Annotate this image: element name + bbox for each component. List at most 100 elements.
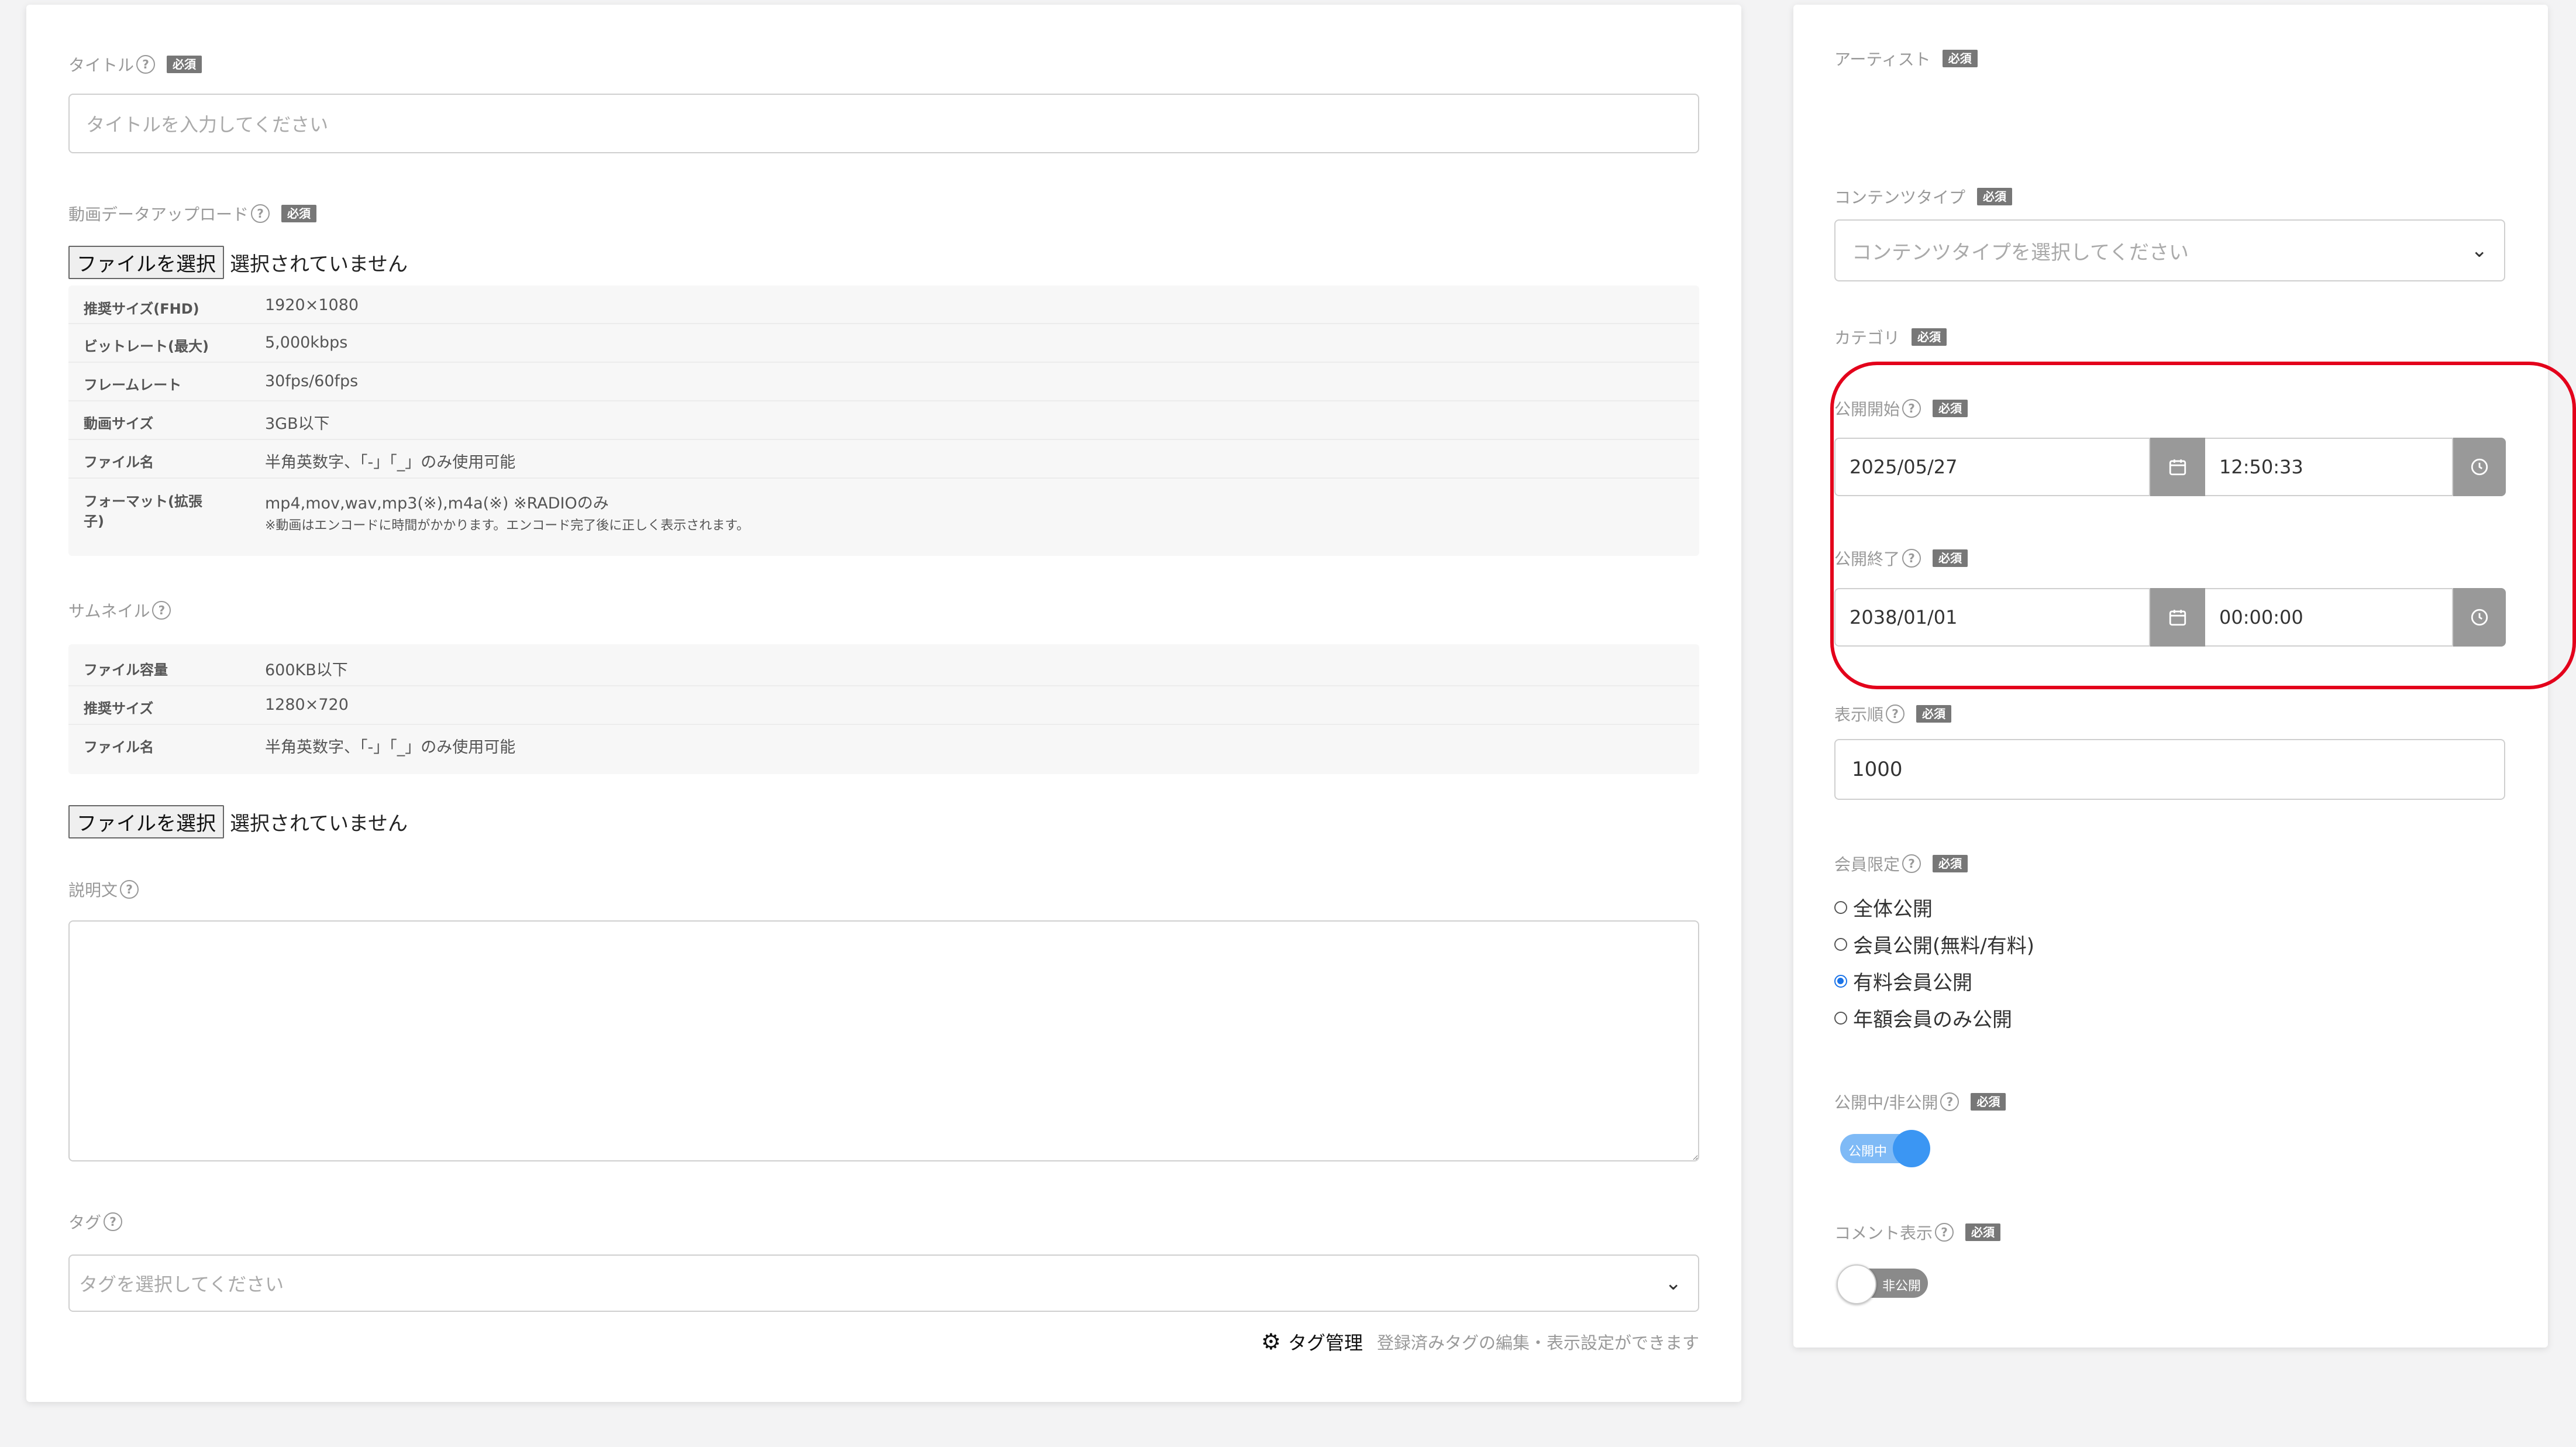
help-icon[interactable]: ? xyxy=(1886,704,1905,723)
thumbnail-file-status: 選択されていません xyxy=(230,812,408,836)
spec-row: 動画サイズ 3GB以下 xyxy=(68,400,1699,440)
visibility-toggle[interactable]: 公開中 xyxy=(1840,1130,1930,1167)
thumbnail-file-choose-button[interactable]: ファイルを選択 xyxy=(68,805,224,838)
help-icon[interactable]: ? xyxy=(1940,1092,1959,1111)
required-badge: 必須 xyxy=(1916,705,1952,723)
spec-key: フォーマット(拡張子) xyxy=(84,493,202,530)
radio-button[interactable] xyxy=(1834,1011,1847,1025)
artist-label: アーティスト xyxy=(1834,50,1931,69)
video-upload-label-group: 動画データアップロード ? 必須 xyxy=(68,202,317,225)
comments-toggle-text: 非公開 xyxy=(1882,1279,1921,1294)
membership-option-annual[interactable]: 年額会員のみ公開 xyxy=(1834,1003,2012,1032)
video-spec-table: 推奨サイズ(FHD) 1920×1080 ビットレート(最大) 5,000kbp… xyxy=(68,286,1699,556)
help-icon[interactable]: ? xyxy=(1902,549,1921,568)
description-label: 説明文 xyxy=(68,881,118,900)
tag-manage-link[interactable]: タグ管理 xyxy=(1288,1328,1363,1355)
required-badge: 必須 xyxy=(1912,328,1947,346)
display-order-input[interactable]: 1000 xyxy=(1834,739,2505,800)
spec-key: ファイル容量 xyxy=(84,662,168,678)
publish-end-date-value: 2038/01/01 xyxy=(1850,606,1958,628)
gear-icon[interactable]: ⚙ xyxy=(1261,1329,1281,1355)
comments-label: コメント表示 xyxy=(1834,1223,1933,1243)
required-badge: 必須 xyxy=(1971,1093,2006,1111)
publish-end-time-input[interactable]: 00:00:00 xyxy=(2205,588,2453,647)
spec-value: 600KB以下 xyxy=(265,661,348,679)
spec-key: ビットレート(最大) xyxy=(84,338,209,355)
membership-option-members[interactable]: 会員公開(無料/有料) xyxy=(1834,930,2034,958)
chevron-down-icon: ⌄ xyxy=(1665,1271,1682,1295)
clock-icon[interactable] xyxy=(2453,438,2506,496)
description-textarea[interactable] xyxy=(68,920,1699,1161)
required-badge: 必須 xyxy=(1965,1223,2001,1241)
content-type-select[interactable]: コンテンツタイプを選択してください ⌄ xyxy=(1834,219,2505,281)
toggle-knob xyxy=(1837,1264,1876,1304)
category-label: カテゴリ xyxy=(1834,328,1900,348)
publish-start-time-value: 12:50:33 xyxy=(2219,456,2303,478)
membership-label: 会員限定 xyxy=(1834,855,1900,874)
tag-label: タグ xyxy=(68,1213,102,1232)
help-icon[interactable]: ? xyxy=(1935,1223,1954,1242)
membership-option-paid[interactable]: 有料会員公開 xyxy=(1834,967,1972,995)
spec-key: 動画サイズ xyxy=(84,415,154,432)
tag-manage-row: ⚙ タグ管理 登録済みタグの編集・表示設定ができます xyxy=(1261,1328,1699,1355)
help-icon[interactable]: ? xyxy=(120,880,139,899)
video-file-choose-button[interactable]: ファイルを選択 xyxy=(68,246,224,279)
spec-value: 1280×720 xyxy=(265,696,349,714)
help-icon[interactable]: ? xyxy=(152,601,171,620)
help-icon[interactable]: ? xyxy=(136,55,156,74)
clock-icon[interactable] xyxy=(2453,588,2506,647)
tag-select[interactable]: タグを選択してください ⌄ xyxy=(68,1254,1699,1312)
content-type-label-group: コンテンツタイプ 必須 xyxy=(1834,185,2013,208)
publish-start-label: 公開開始 xyxy=(1834,400,1900,419)
visibility-label-group: 公開中/非公開 ? 必須 xyxy=(1834,1090,2006,1113)
required-badge: 必須 xyxy=(1933,855,1968,872)
thumbnail-file-picker: ファイルを選択 選択されていません xyxy=(68,805,408,838)
help-icon[interactable]: ? xyxy=(251,204,270,223)
publish-start-time-input[interactable]: 12:50:33 xyxy=(2205,438,2453,496)
toggle-knob xyxy=(1893,1130,1930,1167)
comments-toggle[interactable]: 非公開 xyxy=(1837,1264,1928,1304)
radio-button[interactable] xyxy=(1834,900,1847,914)
artist-label-group: アーティスト 必須 xyxy=(1834,47,1978,70)
required-badge: 必須 xyxy=(1933,400,1968,417)
calendar-icon[interactable] xyxy=(2150,588,2205,647)
publish-end-date-input[interactable]: 2038/01/01 xyxy=(1834,588,2150,647)
spec-key: フレームレート xyxy=(84,377,182,393)
membership-option-public[interactable]: 全体公開 xyxy=(1834,893,1933,922)
display-order-value: 1000 xyxy=(1852,758,1903,781)
spec-value: 半角英数字、「-」「_」のみ使用可能 xyxy=(265,453,516,472)
display-order-label-group: 表示順 ? 必須 xyxy=(1834,702,1952,726)
required-badge: 必須 xyxy=(1942,50,1978,67)
spec-value: 3GB以下 xyxy=(265,415,330,433)
required-badge: 必須 xyxy=(1933,549,1968,567)
publish-end-label: 公開終了 xyxy=(1834,549,1900,569)
spec-row: 推奨サイズ(FHD) 1920×1080 xyxy=(68,286,1699,324)
radio-label: 年額会員のみ公開 xyxy=(1853,1008,2012,1032)
radio-label: 有料会員公開 xyxy=(1853,971,1972,995)
publish-start-datetime: 2025/05/27 12:50:33 xyxy=(1834,438,2506,496)
help-icon[interactable]: ? xyxy=(1902,854,1921,873)
calendar-icon[interactable] xyxy=(2150,438,2205,496)
video-file-status: 選択されていません xyxy=(230,253,408,276)
spec-note: ※動画はエンコードに時間がかかります。エンコード完了後に正しく表示されます。 xyxy=(265,518,750,533)
video-upload-label: 動画データアップロード xyxy=(68,205,249,224)
help-icon[interactable]: ? xyxy=(1902,399,1921,418)
title-label-group: タイトル ? 必須 xyxy=(68,53,202,76)
required-badge: 必須 xyxy=(167,56,202,73)
publish-start-date-input[interactable]: 2025/05/27 xyxy=(1834,438,2150,496)
video-file-picker: ファイルを選択 選択されていません xyxy=(68,246,408,279)
spec-row: ビットレート(最大) 5,000kbps xyxy=(68,323,1699,363)
description-label-group: 説明文 ? xyxy=(68,878,139,901)
help-icon[interactable]: ? xyxy=(104,1212,123,1231)
publish-end-time-value: 00:00:00 xyxy=(2219,606,2303,628)
radio-button[interactable] xyxy=(1834,937,1847,951)
publish-start-date-value: 2025/05/27 xyxy=(1850,456,1958,478)
title-input[interactable]: タイトルを入力してください xyxy=(68,94,1699,153)
spec-key: ファイル名 xyxy=(84,454,154,470)
radio-button-selected[interactable] xyxy=(1834,974,1847,988)
spec-row: 推奨サイズ 1280×720 xyxy=(68,685,1699,725)
membership-label-group: 会員限定 ? 必須 xyxy=(1834,852,1968,875)
spec-row: ファイル名 半角英数字、「-」「_」のみ使用可能 xyxy=(68,439,1699,479)
tag-placeholder: タグを選択してください xyxy=(79,1273,284,1295)
comments-label-group: コメント表示 ? 必須 xyxy=(1834,1221,2001,1244)
